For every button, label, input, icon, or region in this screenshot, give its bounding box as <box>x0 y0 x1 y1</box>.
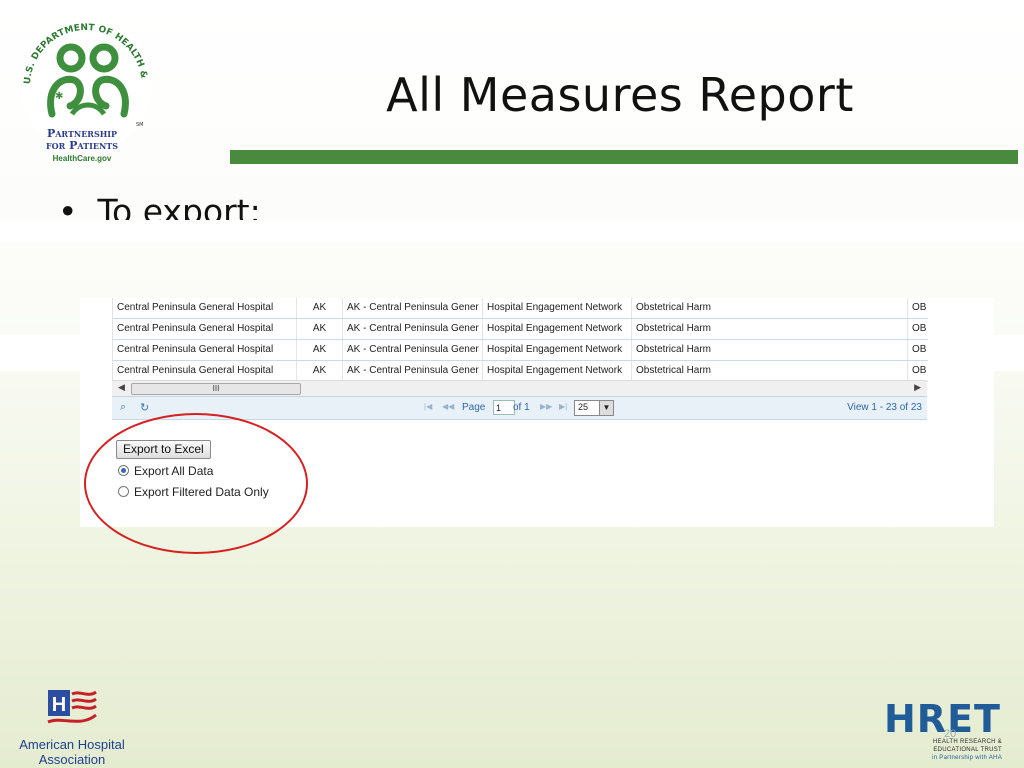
cell-code: OB <box>912 323 927 334</box>
chevron-down-icon[interactable]: ▼ <box>599 401 613 415</box>
hret-wordmark: HRET <box>884 697 1001 741</box>
service-mark: SM <box>136 122 144 128</box>
svg-text:H: H <box>52 694 66 716</box>
aha-name-line2: Association <box>38 752 106 767</box>
hret-logo: HRET HEALTH RESEARCH & EDUCATIONAL TRUST… <box>884 700 1002 762</box>
cell-state: AK <box>297 340 343 360</box>
cell-measure: Obstetrical Harm <box>632 361 908 381</box>
report-screenshot: Central Peninsula General Hospital AK AK… <box>80 298 994 527</box>
cell-hospital: Central Peninsula General Hospital <box>113 361 297 381</box>
radio-selected-icon[interactable] <box>118 465 129 476</box>
search-icon[interactable]: ⌕ <box>120 401 126 414</box>
grid-pager: ⌕ ↻ |◀ ◀◀ Page of 1 ▶▶ ▶| 25 ▼ View 1 - … <box>112 396 927 420</box>
page-count-label: of 1 <box>513 402 530 413</box>
slide-title: All Measures Report <box>386 68 854 122</box>
last-page-icon[interactable]: ▶| <box>559 402 567 411</box>
cell-network: Hospital Engagement Network <box>483 319 632 339</box>
background-band-top <box>0 220 1024 242</box>
scroll-left-icon[interactable]: ◀ <box>118 382 125 393</box>
svg-text:✱: ✱ <box>55 91 63 102</box>
cell-network: Hospital Engagement Network <box>483 340 632 360</box>
cell-facility: AK - Central Peninsula Gener <box>343 298 483 318</box>
rows-per-page-value: 25 <box>578 402 589 412</box>
cell-facility: AK - Central Peninsula Gener <box>343 340 483 360</box>
cell-network: Hospital Engagement Network <box>483 298 632 318</box>
logo-line2: for Patients <box>46 139 118 152</box>
cell-measure: Obstetrical Harm <box>632 340 908 360</box>
scrollbar-thumb[interactable]: III <box>131 383 301 395</box>
table-row[interactable]: Central Peninsula General Hospital AK AK… <box>113 340 928 361</box>
page-label: Page <box>462 402 486 413</box>
aha-flag-icon: H <box>47 690 97 724</box>
title-divider-bar <box>230 150 1018 164</box>
cell-code: OB <box>912 365 927 376</box>
table-row[interactable]: Central Peninsula General Hospital AK AK… <box>113 319 928 340</box>
cell-code: OB <box>912 344 927 355</box>
horizontal-scrollbar[interactable]: ◀ III ▶ <box>112 380 927 396</box>
export-to-excel-button[interactable]: Export to Excel <box>116 440 211 459</box>
logo-url: HealthCare.gov <box>53 154 112 163</box>
cell-network: Hospital Engagement Network <box>483 361 632 381</box>
export-all-label: Export All Data <box>134 464 214 478</box>
cell-state: AK <box>297 319 343 339</box>
cell-facility: AK - Central Peninsula Gener <box>343 319 483 339</box>
cell-state: AK <box>297 298 343 318</box>
refresh-icon[interactable]: ↻ <box>140 401 149 414</box>
cell-facility: AK - Central Peninsula Gener <box>343 361 483 381</box>
cell-hospital: Central Peninsula General Hospital <box>113 319 297 339</box>
table-row[interactable]: Central Peninsula General Hospital AK AK… <box>113 361 928 382</box>
scroll-right-icon[interactable]: ▶ <box>914 382 921 393</box>
previous-page-icon[interactable]: ◀◀ <box>442 402 454 411</box>
table-row[interactable]: Central Peninsula General Hospital AK AK… <box>113 298 928 319</box>
export-filtered-option[interactable]: Export Filtered Data Only <box>118 485 269 499</box>
page-number-input[interactable] <box>493 400 515 415</box>
aha-name-line1: American Hospital <box>19 737 125 752</box>
rows-per-page-select[interactable]: 25 ▼ <box>574 400 614 416</box>
cell-hospital: Central Peninsula General Hospital <box>113 298 297 318</box>
aha-logo: H American Hospital Association <box>10 688 134 767</box>
slide-number: 20 <box>944 728 957 740</box>
cell-state: AK <box>297 361 343 381</box>
cell-hospital: Central Peninsula General Hospital <box>113 340 297 360</box>
partnership-for-patients-logo: U.S. DEPARTMENT OF HEALTH & HUMAN SERVIC… <box>3 0 158 166</box>
results-grid: Central Peninsula General Hospital AK AK… <box>112 298 928 382</box>
hret-line3: in Partnership with AHA <box>932 755 1002 761</box>
cell-measure: Obstetrical Harm <box>632 298 908 318</box>
cell-code: OB <box>912 302 927 313</box>
next-page-icon[interactable]: ▶▶ <box>540 402 552 411</box>
hret-line2: EDUCATIONAL TRUST <box>933 747 1002 753</box>
cell-measure: Obstetrical Harm <box>632 319 908 339</box>
export-all-option[interactable]: Export All Data <box>118 464 213 478</box>
radio-unselected-icon[interactable] <box>118 486 129 497</box>
first-page-icon[interactable]: |◀ <box>424 402 432 411</box>
export-filtered-label: Export Filtered Data Only <box>134 485 269 499</box>
record-count: View 1 - 23 of 23 <box>847 402 922 413</box>
